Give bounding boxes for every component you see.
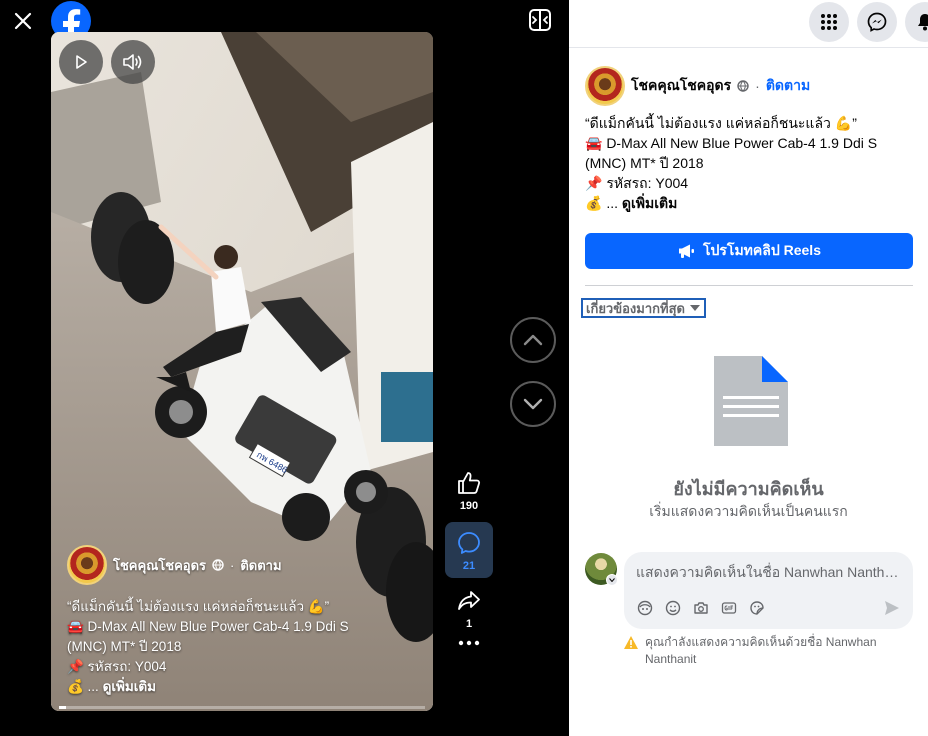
see-more-link[interactable]: ดูเพิ่มเติม xyxy=(103,679,156,694)
like-button[interactable]: 190 xyxy=(445,470,493,512)
video-author: โชคคุณโชคอุดร · ติดตาม xyxy=(67,545,393,585)
follow-button[interactable]: ติดตาม xyxy=(766,75,810,97)
video-progress-bar[interactable] xyxy=(59,706,425,709)
globe-icon xyxy=(212,559,224,571)
caret-down-icon xyxy=(689,305,700,311)
caption-more-line: 💰 ... ดูเพิ่มเติม xyxy=(585,193,915,213)
avatar-switch-badge[interactable] xyxy=(606,574,618,586)
caption-line: (MNC) MT* ปี 2018 xyxy=(67,639,182,654)
expand-button[interactable] xyxy=(528,8,554,34)
post-caption: “ดีแม็กคันนี้ ไม่ต้องแรง แค่หล่อก็ชนะแล้… xyxy=(585,113,915,213)
gif-icon xyxy=(721,602,737,614)
more-dots-icon xyxy=(458,640,480,646)
warning-icon xyxy=(624,636,638,649)
photo-button[interactable] xyxy=(692,599,710,617)
empty-state-subtitle: เริ่มแสดงความคิดเห็นเป็นคนแรก xyxy=(649,503,848,519)
mute-button[interactable] xyxy=(111,40,155,84)
comment-input[interactable]: แสดงความคิดเห็นในชื่อ Nanwhan Nanthanit xyxy=(636,562,902,584)
promote-label: โปรโมทคลิป Reels xyxy=(703,242,821,258)
promote-reel-button[interactable]: โปรโมทคลิป Reels xyxy=(585,233,913,269)
caption-line: “ดีแม็กคันนี้ ไม่ต้องแรง แค่หล่อก็ชนะแล้… xyxy=(585,115,857,131)
empty-document-icon xyxy=(714,356,788,446)
sticker-button[interactable] xyxy=(748,599,766,617)
sticker-icon xyxy=(750,601,764,615)
divider xyxy=(585,285,913,286)
caption-line: 🚘 D-Max All New Blue Power Cab-4 1.9 Ddi… xyxy=(67,619,349,634)
reel-viewer: กพ 6486 โชคคุณโชคอุดร · ติดตาม “ดีแม็กคั… xyxy=(0,0,569,736)
author-name[interactable]: โชคคุณโชคอุดร xyxy=(113,555,206,576)
previous-reel-button[interactable] xyxy=(510,317,556,363)
emoji-button[interactable] xyxy=(664,599,682,617)
caption-line: 📌 รหัสรถ: Y004 xyxy=(585,175,689,191)
like-count: 190 xyxy=(459,500,479,512)
author-name[interactable]: โชคคุณโชคอุดร xyxy=(631,75,731,97)
share-button[interactable]: 1 xyxy=(445,588,493,630)
messenger-button[interactable] xyxy=(857,2,897,42)
separator-dot: · xyxy=(230,557,235,573)
reel-actions: 190 21 1 xyxy=(445,470,493,656)
gif-button[interactable] xyxy=(720,599,738,617)
reel-viewer-page: กพ 6486 โชคคุณโชคอุดร · ติดตาม “ดีแม็กคั… xyxy=(0,0,928,736)
thumbs-up-icon xyxy=(458,472,481,494)
caption-line: 📌 รหัสรถ: Y004 xyxy=(67,659,167,674)
play-button[interactable] xyxy=(59,40,103,84)
globe-icon xyxy=(737,80,749,92)
top-bar xyxy=(569,0,928,48)
play-icon xyxy=(76,55,87,69)
menu-button[interactable] xyxy=(809,2,849,42)
grid-menu-icon xyxy=(821,14,837,30)
comment-button[interactable]: 21 xyxy=(445,522,493,578)
author-avatar[interactable] xyxy=(585,66,625,106)
post-author: โชคคุณโชคอุดร · ติดตาม xyxy=(585,66,810,106)
identity-notice: คุณกำลังแสดงความคิดเห็นด้วยชื่อ Nanwhan … xyxy=(623,634,913,668)
video-caption-overlay: โชคคุณโชคอุดร · ติดตาม “ดีแม็กคันนี้ ไม่… xyxy=(67,545,393,697)
reel-video[interactable]: กพ 6486 โชคคุณโชคอุดร · ติดตาม “ดีแม็กคั… xyxy=(51,32,433,711)
caption-line: 🚘 D-Max All New Blue Power Cab-4 1.9 Ddi… xyxy=(585,135,878,171)
close-button[interactable] xyxy=(8,6,38,36)
sort-label: เกี่ยวข้องมากที่สุด xyxy=(586,300,685,316)
emoji-icon xyxy=(665,600,681,616)
comment-sort-dropdown[interactable]: เกี่ยวข้องมากที่สุด xyxy=(581,298,706,318)
caption-more-prefix: 💰 ... xyxy=(585,195,622,211)
more-options-button[interactable] xyxy=(445,640,493,646)
caption-more-line: 💰 ... ดูเพิ่มเติม xyxy=(67,677,393,697)
see-more-link[interactable]: ดูเพิ่มเติม xyxy=(622,195,677,211)
caption-more-prefix: 💰 ... xyxy=(67,679,103,694)
speaker-icon xyxy=(123,54,142,70)
megaphone-icon xyxy=(679,244,694,258)
send-icon[interactable] xyxy=(883,599,901,617)
composer-tools xyxy=(636,599,766,617)
next-reel-button[interactable] xyxy=(510,381,556,427)
empty-state-title: ยังไม่มีความคิดเห็น xyxy=(673,479,824,499)
video-progress-fill xyxy=(59,706,67,709)
chevron-up-icon xyxy=(523,334,543,346)
comment-count: 21 xyxy=(462,560,476,572)
comments-panel: โชคคุณโชคอุดร · ติดตาม “ดีแม็กคันนี้ ไม่… xyxy=(569,0,928,736)
author-avatar[interactable] xyxy=(67,545,107,585)
expand-icon xyxy=(529,9,551,31)
notifications-button[interactable] xyxy=(905,2,928,42)
separator-dot: · xyxy=(755,78,760,94)
messenger-icon xyxy=(867,12,887,32)
bell-icon xyxy=(918,14,928,31)
avatar-sticker-button[interactable] xyxy=(636,599,654,617)
caption-line: “ดีแม็กคันนี้ ไม่ต้องแรง แค่หล่อก็ชนะแล้… xyxy=(67,599,330,614)
comment-icon xyxy=(458,532,480,554)
avatar-sticker-icon xyxy=(637,600,653,616)
camera-icon xyxy=(694,602,708,614)
identity-notice-text: คุณกำลังแสดงความคิดเห็นด้วยชื่อ Nanwhan … xyxy=(645,635,877,666)
close-icon xyxy=(14,12,32,30)
chevron-down-icon xyxy=(609,578,615,582)
share-icon xyxy=(458,591,480,610)
share-count: 1 xyxy=(465,618,473,630)
comment-composer: แสดงความคิดเห็นในชื่อ Nanwhan Nanthanit xyxy=(624,552,913,629)
follow-button[interactable]: ติดตาม xyxy=(240,555,281,576)
chevron-down-icon xyxy=(523,398,543,410)
